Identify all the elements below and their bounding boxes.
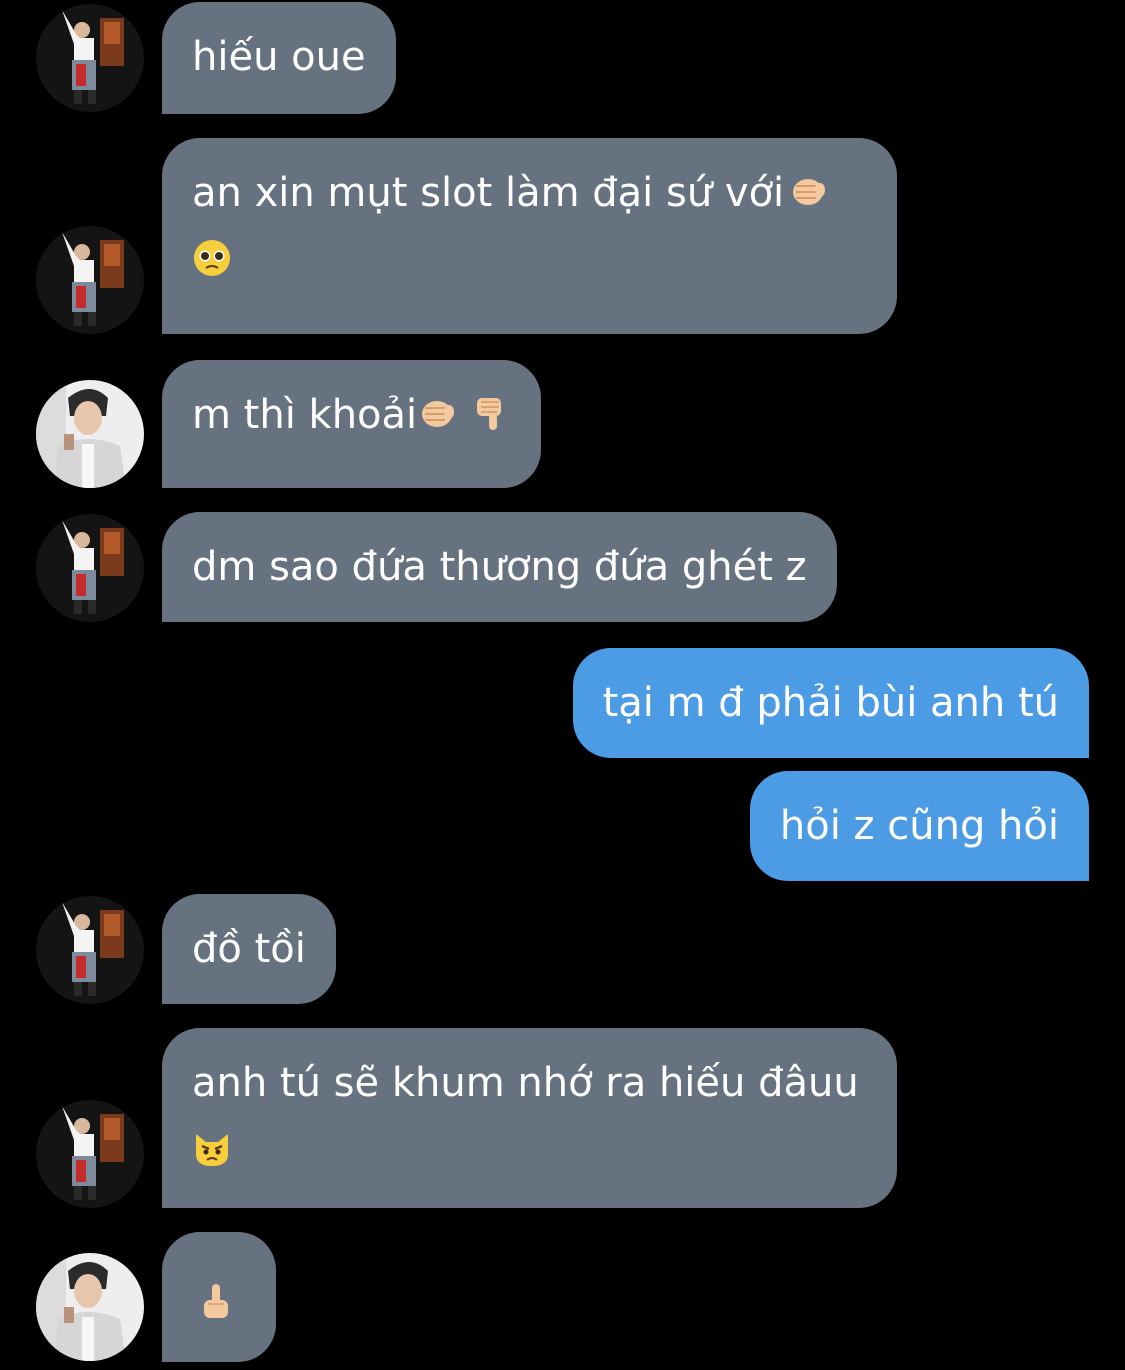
message-text: dm sao đứa thương đứa ghét z	[192, 544, 807, 590]
contact-avatar[interactable]	[36, 896, 144, 1004]
message-text: tại m đ phải bùi anh tú	[602, 680, 1059, 726]
contact-avatar[interactable]	[36, 226, 144, 334]
incoming-message-bubble[interactable]	[162, 1232, 276, 1362]
contact-avatar[interactable]	[36, 514, 144, 622]
message-text: hiếu oue	[192, 34, 366, 80]
pleading-face-emoji	[192, 238, 232, 278]
fist-bump-emoji	[417, 394, 457, 434]
middle-finger-emoji	[196, 1282, 236, 1322]
pouting-cat-emoji	[192, 1128, 232, 1168]
incoming-message-bubble[interactable]: m thì khoải	[162, 360, 542, 488]
incoming-message-bubble[interactable]: anh tú sẽ khum nhớ ra hiếu đâuu	[162, 1028, 897, 1208]
contact-avatar[interactable]	[36, 1100, 144, 1208]
chat-thread: hiếu oue an xin mụt slot làm đại sứ với …	[0, 0, 1125, 1370]
outgoing-message-bubble[interactable]: hỏi z cũng hỏi	[749, 771, 1089, 881]
message-text: an xin mụt slot làm đại sứ với	[192, 170, 785, 216]
outgoing-message-bubble[interactable]: tại m đ phải bùi anh tú	[572, 648, 1089, 758]
message-text: đồ tồi	[192, 926, 306, 972]
incoming-message-bubble[interactable]: an xin mụt slot làm đại sứ với	[162, 138, 897, 334]
incoming-message-bubble[interactable]: hiếu oue	[162, 2, 396, 114]
incoming-message-bubble[interactable]: dm sao đứa thương đứa ghét z	[162, 512, 837, 622]
contact-avatar[interactable]	[36, 4, 144, 112]
message-text: hỏi z cũng hỏi	[779, 803, 1059, 849]
incoming-message-bubble[interactable]: đồ tồi	[162, 894, 336, 1004]
contact-avatar[interactable]	[36, 1253, 144, 1361]
fist-bump-emoji	[788, 172, 828, 212]
message-text: m thì khoải	[192, 392, 418, 438]
contact-avatar[interactable]	[36, 380, 144, 488]
message-text: anh tú sẽ khum nhớ ra hiếu đâuu	[192, 1060, 859, 1106]
thumbs-down-emoji	[471, 394, 511, 434]
